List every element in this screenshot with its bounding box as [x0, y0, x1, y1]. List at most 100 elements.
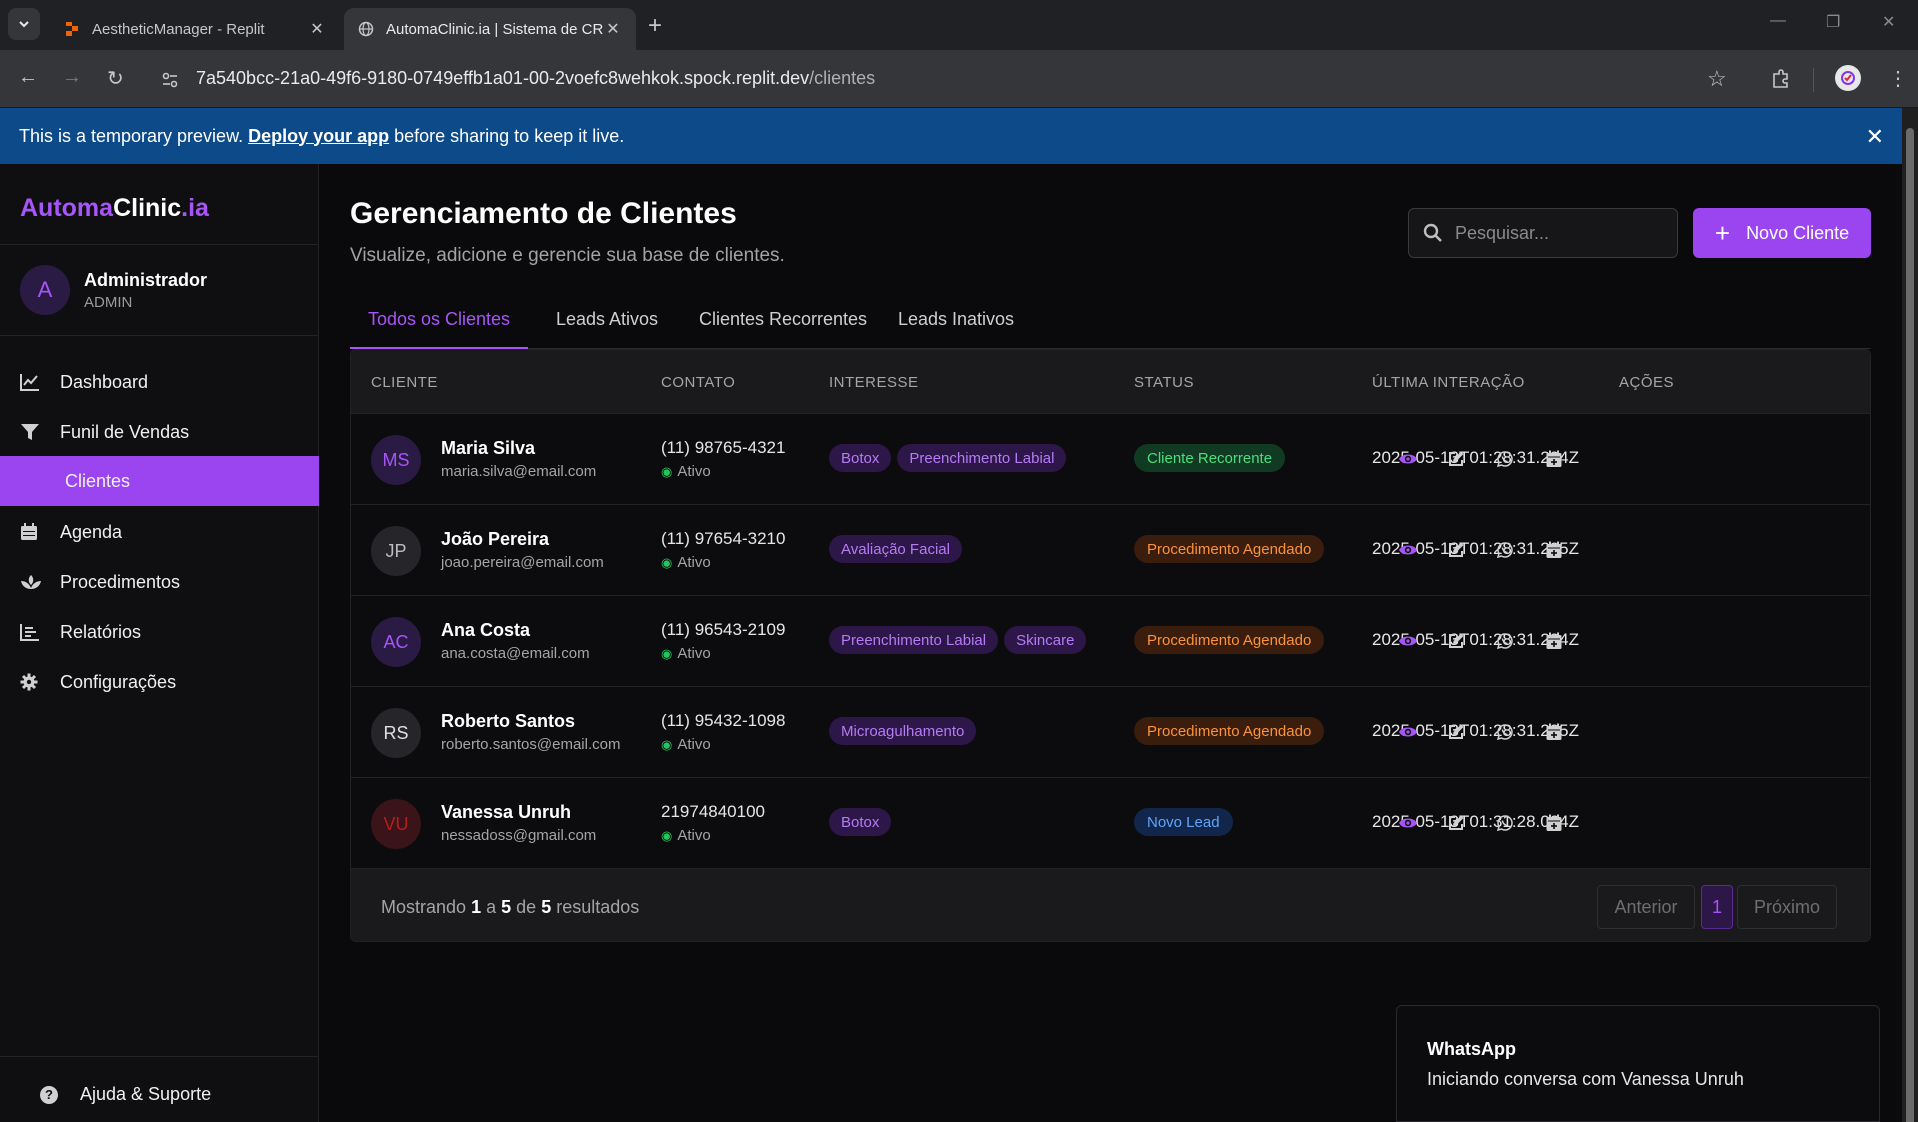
- close-window-icon[interactable]: ✕: [1882, 12, 1895, 32]
- tab-clientes-recorrentes[interactable]: Clientes Recorrentes: [686, 309, 880, 349]
- site-settings-icon[interactable]: [160, 70, 180, 90]
- tab-todos[interactable]: Todos os Clientes: [350, 309, 528, 349]
- back-icon[interactable]: ←: [18, 66, 38, 89]
- page-scrollbar[interactable]: [1902, 108, 1918, 1122]
- interest-tags: Botox Preenchimento Labial: [829, 444, 1067, 472]
- spa-icon: [21, 575, 41, 589]
- view-button[interactable]: [1397, 812, 1419, 834]
- view-button[interactable]: [1397, 721, 1419, 743]
- whatsapp-button[interactable]: [1494, 539, 1516, 561]
- schedule-button[interactable]: [1543, 812, 1565, 834]
- client-name[interactable]: Maria Silva: [441, 438, 535, 459]
- contact-status-label: Ativo: [677, 827, 711, 844]
- view-button[interactable]: [1397, 630, 1419, 652]
- new-tab-icon[interactable]: +: [648, 12, 662, 40]
- contact-status-label: Ativo: [677, 554, 711, 571]
- schedule-button[interactable]: [1543, 630, 1565, 652]
- new-client-button[interactable]: + Novo Cliente: [1693, 208, 1871, 258]
- contact-status: ◉ Ativo: [661, 463, 711, 480]
- chart-line-icon: [20, 374, 39, 391]
- sidebar-item-label: Dashboard: [60, 371, 149, 392]
- sidebar-item-relatorios[interactable]: Relatórios: [0, 608, 319, 656]
- interest-tag: Microagulhamento: [829, 717, 977, 745]
- tab-list-button[interactable]: [8, 8, 40, 40]
- browser-tab-active[interactable]: AutomaClinic.ia | Sistema de CRM ✕: [344, 8, 636, 50]
- client-name[interactable]: Ana Costa: [441, 620, 530, 641]
- info-to: 5: [501, 897, 512, 917]
- avatar: AC: [371, 617, 421, 667]
- gear-icon: [20, 673, 38, 691]
- whatsapp-small-icon: ◉: [661, 645, 673, 661]
- app-logo[interactable]: AutomaClinic.ia: [20, 194, 209, 223]
- status-badge: Procedimento Agendado: [1134, 535, 1325, 563]
- toast-title: WhatsApp: [1427, 1039, 1516, 1059]
- close-tab-icon[interactable]: ✕: [604, 19, 622, 39]
- column-header: CONTATO: [661, 374, 736, 391]
- eye-icon: [1399, 454, 1417, 464]
- sidebar-item-agenda[interactable]: Agenda: [0, 508, 319, 556]
- calendar-plus-icon: [1546, 450, 1562, 467]
- restore-icon[interactable]: ❐: [1826, 12, 1840, 32]
- extensions-icon[interactable]: [1770, 68, 1792, 90]
- client-name[interactable]: Roberto Santos: [441, 711, 575, 732]
- tab-leads-inativos[interactable]: Leads Inativos: [886, 309, 1026, 349]
- contact-status: ◉ Ativo: [661, 736, 711, 753]
- whatsapp-button[interactable]: [1494, 721, 1516, 743]
- browser-menu-icon[interactable]: ⋮: [1888, 66, 1908, 91]
- interest-tag: Skincare: [1004, 626, 1087, 654]
- bookmark-star-icon[interactable]: ☆: [1707, 66, 1727, 92]
- whatsapp-button[interactable]: [1494, 812, 1516, 834]
- table-row: VU Vanessa Unruh nessadoss@gmail.com 219748…: [351, 777, 1870, 868]
- whatsapp-button[interactable]: [1494, 448, 1516, 470]
- scrollbar-thumb[interactable]: [1906, 128, 1914, 1122]
- forward-icon[interactable]: →: [62, 66, 82, 89]
- client-email: ana.costa@email.com: [441, 645, 590, 662]
- sidebar-item-procedimentos[interactable]: Procedimentos: [0, 558, 319, 606]
- user-role: ADMIN: [84, 293, 133, 311]
- edit-button[interactable]: [1445, 812, 1467, 834]
- interest-tag: Preenchimento Labial: [897, 444, 1067, 472]
- view-button[interactable]: [1397, 448, 1419, 470]
- view-button[interactable]: [1397, 539, 1419, 561]
- schedule-button[interactable]: [1543, 539, 1565, 561]
- url-field[interactable]: 7a540bcc-21a0-49f6-9180-0749effb1a01-00-…: [196, 68, 875, 89]
- whatsapp-toast: WhatsApp Iniciando conversa com Vanessa …: [1396, 1005, 1880, 1122]
- sidebar-item-configuracoes[interactable]: Configurações: [0, 658, 319, 706]
- edit-button[interactable]: [1445, 539, 1467, 561]
- schedule-button[interactable]: [1543, 721, 1565, 743]
- whatsapp-small-icon: ◉: [661, 736, 673, 752]
- status-badge: Procedimento Agendado: [1134, 626, 1325, 654]
- divider: [0, 335, 319, 336]
- sidebar-item-funil[interactable]: Funil de Vendas: [0, 408, 319, 456]
- deploy-link[interactable]: Deploy your app: [248, 126, 389, 147]
- next-page-button[interactable]: Próximo: [1737, 885, 1837, 929]
- sidebar-item-dashboard[interactable]: Dashboard: [0, 358, 319, 406]
- status-badge: Cliente Recorrente: [1134, 444, 1286, 472]
- tab-leads-ativos[interactable]: Leads Ativos: [547, 309, 667, 349]
- schedule-button[interactable]: [1543, 448, 1565, 470]
- client-name[interactable]: Vanessa Unruh: [441, 802, 571, 823]
- browser-tab[interactable]: AestheticManager - Replit ✕: [50, 8, 340, 50]
- profile-avatar[interactable]: [1835, 65, 1861, 91]
- whatsapp-button[interactable]: [1494, 630, 1516, 652]
- edit-button[interactable]: [1445, 630, 1467, 652]
- close-tab-icon[interactable]: ✕: [308, 19, 326, 39]
- sidebar-item-clientes[interactable]: Clientes: [0, 456, 319, 506]
- avatar: JP: [371, 526, 421, 576]
- calendar-plus-icon: [1546, 541, 1562, 558]
- prev-page-button[interactable]: Anterior: [1597, 885, 1695, 929]
- help-support-link[interactable]: ? Ajuda & Suporte: [40, 1084, 211, 1105]
- interest-tags: Avaliação Facial: [829, 535, 962, 563]
- minimize-icon[interactable]: —: [1770, 12, 1786, 30]
- client-name[interactable]: João Pereira: [441, 529, 549, 550]
- edit-button[interactable]: [1445, 721, 1467, 743]
- interest-tags: Microagulhamento: [829, 717, 977, 745]
- page-title: Gerenciamento de Clientes: [350, 197, 737, 230]
- search-input[interactable]: [1455, 222, 1655, 244]
- reload-icon[interactable]: ↻: [107, 66, 124, 91]
- report-icon: [20, 624, 39, 641]
- close-banner-icon[interactable]: ✕: [1866, 124, 1884, 150]
- edit-icon: [1449, 542, 1464, 557]
- page-1-button[interactable]: 1: [1701, 885, 1733, 929]
- edit-button[interactable]: [1445, 448, 1467, 470]
